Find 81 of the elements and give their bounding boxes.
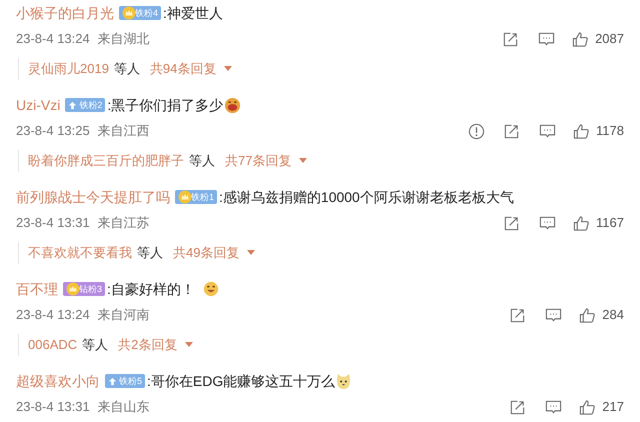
share-icon — [503, 214, 520, 232]
share-icon — [502, 30, 520, 48]
reply-button[interactable] — [545, 398, 562, 416]
reply-count-link[interactable]: 共2条回复 — [118, 335, 194, 355]
comment-text: :黑子你们捐了多少 — [107, 96, 224, 114]
like-button[interactable]: 1178 — [573, 121, 624, 141]
comment-text: :哥你在EDG能赚够这五十万么 — [147, 372, 336, 390]
thumbs-up-icon — [579, 398, 596, 416]
caret-down-icon — [224, 66, 232, 72]
reply-count-link[interactable]: 共77条回复 — [225, 151, 308, 171]
crown-icon — [66, 282, 80, 296]
reply-count-link[interactable]: 共49条回复 — [173, 243, 256, 263]
reply-button[interactable] — [539, 122, 556, 140]
fan-badge: 钻粉3 — [63, 282, 106, 296]
reply-user-name[interactable]: 灵仙雨儿2019 — [28, 59, 109, 79]
reply-user-name[interactable]: 不喜欢就不要看我 — [28, 243, 132, 263]
exclamation-circle-icon — [468, 122, 486, 140]
share-button[interactable] — [502, 30, 520, 48]
user-name[interactable]: 超级喜欢小向 — [16, 370, 100, 392]
speech-bubble-icon — [539, 122, 556, 140]
comment-text: :自豪好样的！ — [107, 280, 195, 298]
reply-user-name[interactable]: 盼着你胖成三百斤的肥胖子 — [28, 151, 184, 171]
share-button[interactable] — [509, 306, 526, 324]
share-button[interactable] — [503, 122, 520, 140]
grinning-face-icon — [202, 281, 219, 297]
crown-icon — [178, 190, 192, 204]
share-icon — [509, 306, 526, 324]
comment-location: 来自河南 — [98, 306, 150, 324]
comment-time: 23-8-4 13:25 — [16, 122, 90, 140]
comment-text: :神爱世人 — [163, 4, 223, 22]
reply-others-label: 等人 — [114, 60, 140, 78]
caret-down-icon — [185, 342, 194, 348]
user-name[interactable]: 前列腺战士今天提肛了吗 — [16, 186, 170, 208]
laughing-face-icon — [224, 96, 242, 114]
reply-count-link[interactable]: 共94条回复 — [150, 59, 232, 79]
like-button[interactable]: 2087 — [572, 29, 624, 49]
comment-time: 23-8-4 13:24 — [16, 306, 90, 324]
reply-button[interactable] — [538, 30, 556, 48]
crown-icon — [122, 6, 136, 20]
user-name[interactable]: Uzi-Vzi — [16, 94, 60, 116]
reply-user-name[interactable]: 006ADC — [28, 335, 78, 355]
fan-badge: 铁粉5 — [105, 374, 146, 388]
comment-time: 23-8-4 13:31 — [16, 398, 90, 416]
comment-time: 23-8-4 13:31 — [16, 214, 90, 232]
thumbs-up-icon — [579, 306, 596, 324]
report-button[interactable] — [468, 122, 486, 140]
fan-badge: 铁粉1 — [175, 190, 218, 204]
fan-badge: 铁粉4 — [119, 6, 162, 20]
reply-button[interactable] — [539, 214, 556, 232]
like-button[interactable]: 1167 — [573, 213, 624, 233]
speech-bubble-icon — [545, 398, 562, 416]
caret-down-icon — [299, 158, 308, 164]
comment-text: :感谢乌兹捐赠的10000个阿乐谢谢老板老板大气 — [219, 188, 514, 206]
comment-location: 来自江苏 — [98, 214, 150, 232]
cat-face-icon — [335, 372, 352, 390]
arrow-up-icon — [108, 376, 117, 386]
speech-bubble-icon — [539, 214, 556, 232]
reply-others-label: 等人 — [137, 244, 163, 262]
share-icon — [509, 398, 526, 416]
like-button[interactable]: 284 — [579, 305, 624, 325]
reply-button[interactable] — [545, 306, 562, 324]
speech-bubble-icon — [545, 306, 562, 324]
comment-location: 来自山东 — [98, 398, 150, 416]
comment-location: 来自江西 — [98, 122, 150, 140]
user-name[interactable]: 百不理 — [16, 278, 58, 300]
reply-others-label: 等人 — [82, 336, 108, 354]
comment-location: 来自湖北 — [98, 30, 150, 48]
reply-others-label: 等人 — [189, 152, 215, 170]
thumbs-up-icon — [573, 122, 590, 140]
caret-down-icon — [247, 250, 256, 256]
fan-badge: 铁粉2 — [65, 98, 106, 112]
user-name[interactable]: 小猴子的白月光 — [16, 2, 114, 24]
thumbs-up-icon — [572, 30, 590, 48]
share-button[interactable] — [503, 214, 520, 232]
speech-bubble-icon — [538, 30, 556, 48]
like-button[interactable]: 217 — [579, 397, 624, 417]
share-icon — [503, 122, 520, 140]
thumbs-up-icon — [573, 214, 590, 232]
arrow-up-icon — [68, 100, 78, 110]
share-button[interactable] — [509, 398, 526, 416]
comment-time: 23-8-4 13:24 — [16, 30, 90, 48]
